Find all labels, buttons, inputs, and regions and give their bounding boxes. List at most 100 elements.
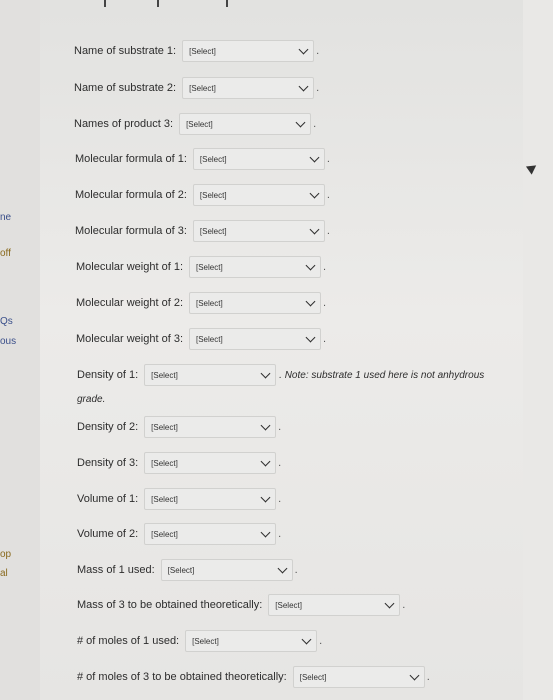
edge-text-3: Qs	[0, 316, 13, 327]
field-label: Volume of 1:	[77, 493, 139, 505]
select-dropdown[interactable]: [Select]	[192, 220, 325, 242]
chevron-down-icon	[260, 527, 271, 538]
select-placeholder: [Select]	[151, 494, 178, 504]
field-volume-2: Volume of 2: [Select] .	[77, 523, 281, 545]
tick-mark	[157, 0, 159, 7]
field-density-1: Density of 1: [Select] . Note: substrate…	[77, 364, 484, 386]
select-dropdown[interactable]: [Select]	[144, 364, 277, 386]
field-label: Density of 1:	[77, 369, 139, 381]
select-dropdown[interactable]: [Select]	[192, 148, 325, 170]
top-cut-markers	[100, 0, 240, 8]
select-placeholder: [Select]	[189, 46, 216, 56]
chevron-down-icon	[260, 368, 271, 379]
select-dropdown[interactable]: [Select]	[189, 256, 321, 278]
field-note-continued: grade.	[77, 394, 105, 405]
field-mass-3-theoretical: Mass of 3 to be obtained theoretically: …	[77, 594, 405, 616]
field-label: Name of substrate 2:	[74, 82, 177, 94]
left-panel-edge	[0, 0, 40, 700]
chevron-down-icon	[305, 296, 316, 307]
select-dropdown[interactable]: [Select]	[192, 184, 325, 206]
chevron-down-icon	[309, 224, 320, 235]
field-label: Molecular weight of 3:	[76, 333, 183, 345]
chevron-down-icon	[309, 188, 320, 199]
select-dropdown[interactable]: [Select]	[189, 328, 321, 350]
select-placeholder: [Select]	[186, 119, 213, 129]
chevron-down-icon	[260, 456, 271, 467]
field-label: Mass of 3 to be obtained theoretically:	[77, 599, 263, 611]
select-dropdown[interactable]: [Select]	[179, 113, 312, 135]
select-placeholder: [Select]	[167, 565, 195, 575]
chevron-down-icon	[305, 260, 316, 271]
field-mass-1-used: Mass of 1 used: [Select] .	[77, 559, 298, 581]
select-dropdown[interactable]: [Select]	[182, 77, 315, 99]
select-placeholder: [Select]	[151, 422, 178, 432]
edge-text-2: off	[0, 248, 11, 259]
field-label: Molecular formula of 2:	[75, 189, 187, 201]
chevron-down-icon	[298, 81, 309, 92]
select-placeholder: [Select]	[151, 370, 178, 380]
field-label: Names of product 3:	[74, 118, 174, 130]
select-dropdown[interactable]: [Select]	[182, 40, 315, 62]
tick-mark	[104, 0, 106, 7]
field-density-3: Density of 3: [Select] .	[77, 452, 281, 474]
field-label: Molecular formula of 1:	[75, 153, 187, 165]
select-placeholder: [Select]	[192, 636, 219, 646]
field-label: # of moles of 1 used:	[77, 635, 180, 647]
field-formula-1: Molecular formula of 1: [Select] .	[75, 148, 330, 170]
chevron-down-icon	[409, 670, 420, 681]
field-moles-1-used: # of moles of 1 used: [Select] .	[77, 630, 322, 652]
select-dropdown[interactable]: [Select]	[144, 416, 277, 438]
field-volume-1: Volume of 1: [Select] .	[77, 488, 281, 510]
field-label: # of moles of 3 to be obtained theoretic…	[77, 671, 287, 683]
edge-text-6: al	[0, 568, 8, 579]
field-substrate-2-name: Name of substrate 2: [Select] .	[74, 77, 319, 99]
field-label: Density of 2:	[77, 421, 139, 433]
chevron-down-icon	[295, 117, 306, 128]
chevron-down-icon	[260, 420, 271, 431]
chevron-down-icon	[309, 152, 320, 163]
select-placeholder: [Select]	[199, 190, 227, 200]
select-placeholder: [Select]	[196, 262, 223, 272]
select-dropdown[interactable]: [Select]	[292, 666, 425, 688]
select-placeholder: [Select]	[151, 529, 178, 539]
field-weight-3: Molecular weight of 3: [Select] .	[76, 328, 326, 350]
select-dropdown[interactable]: [Select]	[144, 523, 277, 545]
chevron-down-icon	[260, 492, 271, 503]
select-placeholder: [Select]	[275, 600, 302, 610]
field-note-line-2: grade.	[77, 394, 106, 405]
field-label: Molecular weight of 2:	[76, 297, 183, 309]
field-product-3-name: Names of product 3: [Select] .	[74, 113, 316, 135]
select-dropdown[interactable]: [Select]	[268, 594, 401, 616]
field-weight-1: Molecular weight of 1: [Select] .	[76, 256, 326, 278]
select-placeholder: [Select]	[299, 672, 327, 682]
select-dropdown[interactable]: [Select]	[160, 559, 293, 581]
select-dropdown[interactable]: [Select]	[144, 452, 277, 474]
select-placeholder: [Select]	[189, 83, 216, 93]
select-dropdown[interactable]: [Select]	[189, 292, 321, 314]
field-formula-2: Molecular formula of 2: [Select] .	[75, 184, 330, 206]
edge-text-1: ne	[0, 212, 12, 223]
field-label: Molecular weight of 1:	[76, 261, 183, 273]
field-formula-3: Molecular formula of 3: [Select] .	[75, 220, 330, 242]
right-panel-edge	[523, 0, 553, 700]
chevron-down-icon	[301, 634, 312, 645]
field-weight-2: Molecular weight of 2: [Select] .	[76, 292, 326, 314]
tick-mark	[226, 0, 228, 7]
edge-text-4: ous	[0, 336, 17, 347]
field-label: Mass of 1 used:	[77, 564, 155, 576]
select-placeholder: [Select]	[196, 298, 223, 308]
select-placeholder: [Select]	[199, 154, 227, 164]
edge-text-5: op	[0, 549, 12, 560]
field-note: . Note: substrate 1 used here is not anh…	[279, 369, 485, 381]
select-placeholder: [Select]	[151, 458, 178, 468]
select-dropdown[interactable]: [Select]	[144, 488, 277, 510]
field-substrate-1-name: Name of substrate 1: [Select] .	[74, 40, 319, 62]
field-label: Density of 3:	[77, 457, 139, 469]
select-placeholder: [Select]	[199, 226, 227, 236]
chevron-down-icon	[384, 598, 395, 609]
field-label: Volume of 2:	[77, 528, 139, 540]
field-label: Name of substrate 1:	[74, 45, 177, 57]
field-moles-3-theoretical: # of moles of 3 to be obtained theoretic…	[77, 666, 430, 688]
select-dropdown[interactable]: [Select]	[185, 630, 318, 652]
select-placeholder: [Select]	[196, 334, 223, 344]
